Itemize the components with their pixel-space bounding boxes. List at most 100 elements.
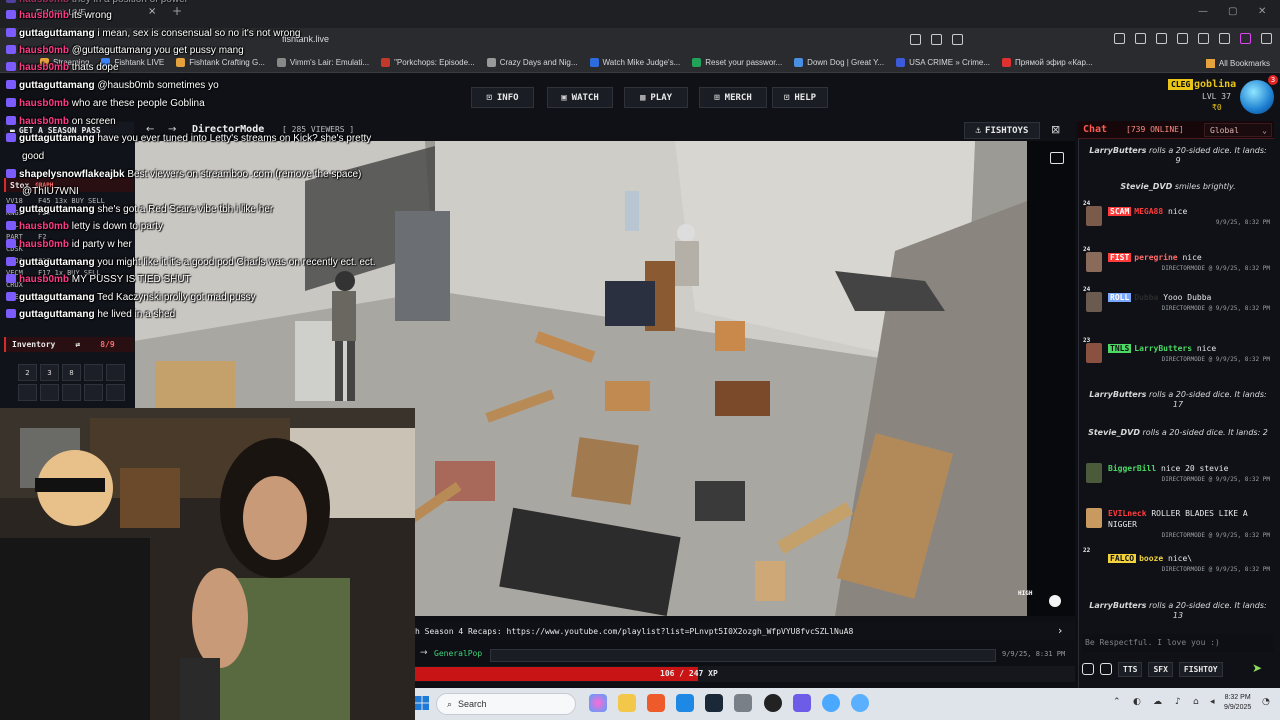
menu-icon[interactable] <box>1261 33 1272 44</box>
chat-avatar[interactable]: 24 <box>1083 200 1102 226</box>
chat-message[interactable]: LarryButters rolls a 20-sided dice. It l… <box>1086 601 1270 621</box>
sfx-button[interactable]: SFX <box>1148 661 1173 677</box>
chat-avatar[interactable] <box>1086 508 1102 528</box>
inventory-slot[interactable] <box>18 384 37 401</box>
bookmark-item[interactable]: Reset your passwor... <box>692 58 782 67</box>
discord-icon[interactable] <box>793 694 811 712</box>
chat-message[interactable]: BiggerBill nice 20 stevie DIRECTORMODE @ … <box>1086 463 1270 483</box>
item-icon[interactable] <box>1100 663 1112 675</box>
notification-badge[interactable]: 3 <box>1268 75 1278 85</box>
tts-button[interactable]: TTS <box>1118 661 1143 677</box>
close-window-icon[interactable]: ✕ <box>1258 6 1266 17</box>
cloud-icon[interactable]: ☁ <box>1153 697 1162 707</box>
chat-message[interactable]: 24 FIST peregrine nice DIRECTORMODE @ 9/9/2… <box>1083 246 1270 272</box>
wallet-icon[interactable] <box>1177 33 1188 44</box>
record-icon[interactable] <box>1049 595 1061 607</box>
obs-icon[interactable] <box>764 694 782 712</box>
chat-username[interactable]: BiggerBill <box>1108 464 1156 473</box>
chat-avatar[interactable]: 22 <box>1083 547 1102 573</box>
bookmark-item[interactable]: Down Dog | Great Y... <box>794 58 884 67</box>
tts-field[interactable] <box>490 649 996 662</box>
sidebar-icon[interactable] <box>1156 33 1167 44</box>
chat-message[interactable]: EVILneck ROLLER BLADES LIKE A NIGGER DIRE… <box>1086 508 1270 539</box>
brave-icon[interactable] <box>647 694 665 712</box>
volume-icon[interactable]: ◂ <box>1210 697 1215 707</box>
copilot-icon[interactable] <box>589 694 607 712</box>
chat-username[interactable]: MEGA88 <box>1134 207 1163 216</box>
chat-message[interactable]: 24 ROLL Dubba Yooo Dubba DIRECTORMODE @ 9/9… <box>1083 286 1270 312</box>
shield-icon[interactable] <box>952 34 963 45</box>
expand-icon[interactable] <box>1050 152 1064 164</box>
swap-icon[interactable]: ⇄ <box>75 340 80 349</box>
bookmark-item[interactable]: Fishtank Crafting G... <box>176 58 265 67</box>
windows-start-icon[interactable] <box>415 696 429 710</box>
inventory-slot[interactable] <box>106 364 125 381</box>
nav-play-button[interactable]: ▦ PLAY <box>624 87 688 108</box>
tray-chevron-icon[interactable]: ⌃ <box>1113 697 1121 707</box>
send-icon[interactable]: ➤ <box>1252 661 1262 675</box>
chat-username[interactable]: EVILneck <box>1108 509 1147 518</box>
chat-username[interactable]: LarryButters <box>1089 390 1146 399</box>
chat-username[interactable]: LarryButters <box>1134 344 1192 353</box>
settings-icon[interactable] <box>734 694 752 712</box>
playlist-icon[interactable] <box>1135 33 1146 44</box>
chat-message[interactable]: LarryButters rolls a 20-sided dice. It l… <box>1086 390 1270 410</box>
share-icon[interactable] <box>931 34 942 45</box>
maximize-icon[interactable]: ▢ <box>1228 6 1237 17</box>
notification-bell-icon[interactable]: ◔ <box>1262 697 1270 707</box>
chat-input[interactable]: Be Respectful. I love you :) <box>1082 634 1274 652</box>
all-bookmarks-button[interactable]: All Bookmarks <box>1205 53 1270 73</box>
inventory-slot[interactable]: 2 <box>18 364 37 381</box>
chat-username[interactable]: peregrine <box>1134 253 1177 262</box>
chat-username[interactable]: Dubba <box>1134 293 1158 302</box>
close-player-icon[interactable]: ⊠ <box>1051 123 1060 136</box>
inventory-slot[interactable] <box>40 384 59 401</box>
chat-message[interactable]: Stevie_DVD smiles brightly. <box>1086 182 1270 192</box>
app-icon[interactable] <box>822 694 840 712</box>
bookmark-item[interactable]: Crazy Days and Nig... <box>486 58 578 67</box>
emoji-icon[interactable] <box>1082 663 1094 675</box>
ai-icon[interactable] <box>1198 33 1209 44</box>
chat-channel-select[interactable]: Global ⌄ <box>1204 123 1272 137</box>
chat-avatar[interactable]: 24 <box>1083 286 1102 312</box>
mic-icon[interactable]: ♪ <box>1175 697 1181 707</box>
chat-avatar[interactable]: 23 <box>1083 337 1102 363</box>
chat-username[interactable]: Stevie_DVD <box>1088 428 1140 437</box>
inventory-slot[interactable]: 8 <box>62 364 81 381</box>
nav-merch-button[interactable]: ⊞ MERCH <box>699 87 767 108</box>
inventory-slot[interactable] <box>84 364 103 381</box>
bookmark-item[interactable]: USA CRIME » Crime... <box>896 58 990 67</box>
bookmark-item[interactable]: Watch Mike Judge's... <box>589 58 680 67</box>
notes-icon[interactable] <box>676 694 694 712</box>
cast-icon[interactable] <box>910 34 921 45</box>
new-tab-icon[interactable]: + <box>172 4 182 18</box>
quality-label[interactable]: HIGH <box>1018 590 1032 597</box>
chat-message[interactable]: 24 SCAM MEGA88 nice 9/9/25, 8:32 PM <box>1083 200 1270 226</box>
chat-username[interactable]: Stevie_DVD <box>1120 182 1172 191</box>
nav-help-button[interactable]: ⊡ HELP <box>772 87 828 108</box>
bookmark-item[interactable]: Прямой эфир «Кар... <box>1002 58 1093 67</box>
chat-message[interactable]: LarryButters rolls a 20-sided dice. It l… <box>1086 146 1270 166</box>
chat-avatar[interactable] <box>1086 463 1102 483</box>
nav-watch-button[interactable]: ▣ WATCH <box>547 87 613 108</box>
vpn-icon[interactable] <box>1219 33 1230 44</box>
user-name[interactable]: goblina <box>1194 79 1236 90</box>
inventory-slot[interactable] <box>62 384 81 401</box>
chat-message[interactable]: 23 TNLS LarryButters nice DIRECTORMODE @ 9/… <box>1083 337 1270 363</box>
chat-username[interactable]: LarryButters <box>1089 146 1146 155</box>
avatar[interactable] <box>1240 80 1274 114</box>
taskbar-clock[interactable]: 8:32 PM 9/9/2025 <box>1224 693 1251 713</box>
minimize-icon[interactable]: — <box>1198 6 1208 17</box>
inventory-slot[interactable] <box>106 384 125 401</box>
bookmark-item[interactable]: Vimm's Lair: Emulati... <box>276 58 369 67</box>
tray-app-icon[interactable]: ◐ <box>1133 697 1141 707</box>
inventory-slot[interactable] <box>84 384 103 401</box>
folder-icon[interactable] <box>618 694 636 712</box>
chat-avatar[interactable]: 24 <box>1083 246 1102 272</box>
nav-info-button[interactable]: ⊡ INFO <box>471 87 534 108</box>
chat-username[interactable]: booze <box>1139 554 1163 563</box>
inventory-slot[interactable]: 3 <box>40 364 59 381</box>
steam-icon[interactable] <box>705 694 723 712</box>
network-icon[interactable]: ⌂ <box>1193 697 1199 707</box>
fishtoys-button[interactable]: ⚓ FISHTOYS <box>964 122 1040 139</box>
